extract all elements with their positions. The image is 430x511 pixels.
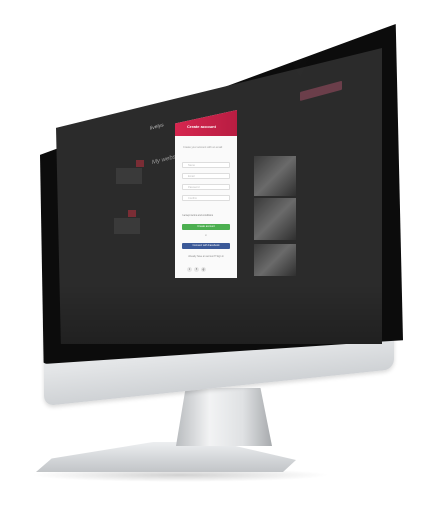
confirm-field[interactable]: Confirm [182,195,230,201]
signup-modal: Create account Create your account with … [175,110,237,278]
topbar-action-button[interactable] [300,80,342,101]
website-thumb[interactable] [128,210,136,217]
website-card[interactable] [116,168,142,184]
password-field[interactable]: Password [182,184,230,190]
template-preview[interactable] [254,244,296,276]
website-thumb[interactable] [136,160,144,167]
template-preview[interactable] [254,198,296,240]
apple-logo-icon [176,362,198,386]
stand-neck [176,388,272,446]
terms-checkbox[interactable]: I accept terms and conditions [182,214,213,217]
email-field[interactable]: Email [182,173,230,179]
or-separator: or [204,234,208,237]
modal-subtitle: Create your account with an email [183,146,223,149]
create-account-button[interactable]: Create account [182,224,230,230]
site-brand[interactable]: livelys [150,122,164,132]
name-field[interactable]: Name [182,162,230,168]
facebook-icon[interactable]: f [194,267,199,272]
template-preview[interactable] [254,156,296,196]
website-card[interactable] [114,218,140,234]
imac-mockup: livelys My websites Create account Creat… [0,0,430,511]
stand-base [36,442,296,472]
facebook-connect-button[interactable]: Connect with Facebook [182,243,230,249]
google-icon[interactable]: g [201,267,206,272]
signin-link[interactable]: Already have an account? Sign in [175,255,237,258]
modal-title: Create account [187,124,216,129]
screen-fade [56,284,382,344]
social-links: t f g [187,267,206,272]
twitter-icon[interactable]: t [187,267,192,272]
